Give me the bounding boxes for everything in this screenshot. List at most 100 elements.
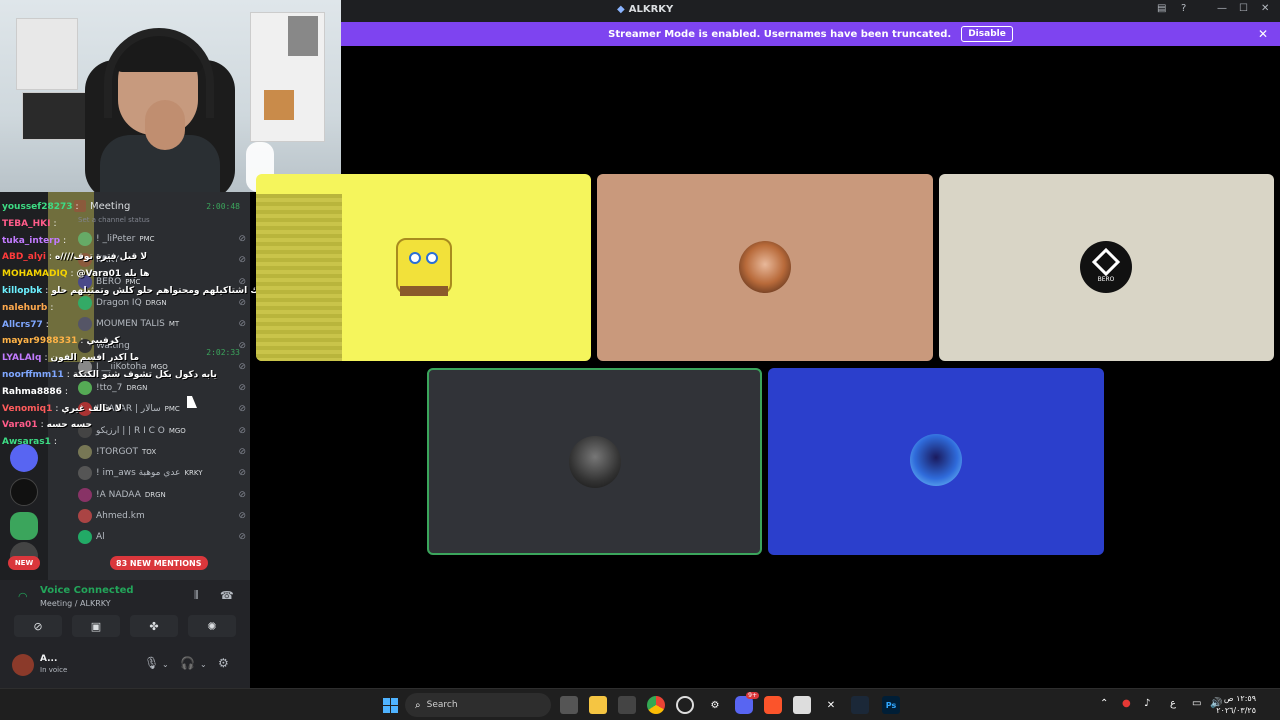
voice-member-row[interactable]: !A NADAA DRGN ⊘ — [78, 486, 246, 504]
server-icon[interactable] — [10, 478, 38, 506]
member-tag: PMC — [139, 235, 155, 243]
voice-member-row[interactable]: Ahmed.km ⊘ — [78, 507, 246, 525]
video-tile[interactable] — [256, 174, 591, 361]
close-button[interactable]: ✕ — [1261, 3, 1269, 14]
help-icon[interactable]: ? — [1181, 3, 1186, 14]
voice-member-row[interactable]: Al ⊘ — [78, 528, 246, 546]
voice-panel: ◠ Voice Connected Meeting / ALKRKY ⫼ ☎ ⊘… — [0, 580, 250, 688]
voice-connected-status[interactable]: Voice Connected — [40, 585, 134, 596]
windows-start-icon[interactable] — [381, 696, 399, 714]
notepad-icon[interactable] — [793, 696, 811, 714]
capcut-icon[interactable]: ✕ — [822, 696, 840, 714]
microphone-tray-icon[interactable]: ♪ — [1144, 698, 1150, 709]
voice-member-row[interactable]: !TORGOT TOX ⊘ — [78, 443, 246, 461]
avatar — [78, 338, 92, 353]
microphone-icon[interactable]: 🎙 — [144, 656, 159, 670]
camera-off-button[interactable]: ⊘ — [14, 615, 62, 637]
disable-streamer-mode-button[interactable]: Disable — [961, 26, 1013, 42]
member-name: !A NADAA — [96, 489, 141, 500]
voice-member-row[interactable]: !tto_7 DRGN ⊘ — [78, 379, 246, 397]
chevron-down-icon[interactable]: ⌄ — [162, 660, 169, 669]
display-icon[interactable]: ▭ — [1192, 698, 1201, 709]
user-name: A... — [40, 654, 58, 664]
voice-member-row[interactable]: ! im_aws عدي موهبة KRKY ⊘ — [78, 464, 246, 482]
soundboard-button[interactable]: ✺ — [188, 615, 236, 637]
member-tag: PMC — [164, 405, 180, 414]
language-indicator[interactable]: ع — [1170, 698, 1176, 709]
photoshop-icon[interactable]: Ps — [882, 696, 900, 714]
member-name: ! im_aws عدي موهبة — [96, 468, 181, 479]
search-icon: ⌕ — [415, 699, 421, 711]
member-tag: MGO — [150, 362, 168, 371]
new-mentions-pill[interactable]: 83 NEW MENTIONS — [110, 556, 208, 570]
server-icon[interactable] — [10, 512, 38, 540]
muted-icon: ⊘ — [238, 532, 246, 543]
voice-member-row[interactable]: MOUMEN TALIS MT ⊘ — [78, 315, 246, 333]
man-avatar — [739, 241, 791, 293]
avatar — [78, 487, 92, 502]
voice-member-row[interactable]: Waiting ⊘ — [78, 337, 246, 355]
video-tile[interactable] — [597, 174, 933, 361]
streamer-mode-banner: Streamer Mode is enabled. Usernames have… — [341, 22, 1280, 46]
avatar — [78, 466, 92, 481]
muted-icon: ⊘ — [238, 489, 246, 500]
settings-icon[interactable]: ⚙ — [706, 696, 724, 714]
voice-channel-meeting[interactable]: Meeting — [74, 198, 130, 214]
voice-member-row[interactable]: Dragon IQ DRGN ⊘ — [78, 294, 246, 312]
voice-member-row[interactable]: KRKY ⊘ — [78, 251, 246, 269]
video-tile[interactable]: BERO — [939, 174, 1274, 361]
search-label: Search — [426, 700, 458, 710]
file-explorer-icon[interactable] — [589, 696, 607, 714]
headphones-icon[interactable]: 🎧 — [180, 656, 195, 670]
obs-icon[interactable] — [676, 696, 694, 714]
muted-icon: ⊘ — [238, 340, 246, 351]
new-badge[interactable]: NEW — [8, 556, 40, 570]
discord-icon[interactable]: 9+ — [735, 692, 759, 714]
noise-suppression-icon[interactable]: ⫼ — [194, 590, 199, 601]
minimize-button[interactable]: — — [1217, 3, 1227, 14]
close-icon[interactable]: ✕ — [1258, 27, 1268, 41]
clock[interactable]: ١٢:٥٩ ص ٢٠٢٦/٠٣/٢٥ — [1216, 693, 1256, 717]
voice-member-row[interactable]: I __iiKotoha MGO ⊘ — [78, 358, 246, 376]
settings-gear-icon[interactable]: ⚙ — [218, 656, 229, 670]
muted-icon: ⊘ — [238, 468, 246, 479]
member-name: Waiting — [96, 340, 130, 351]
server-icon[interactable] — [10, 444, 38, 472]
voice-member-row[interactable]: ! SALAR | سالار PMC ⊘ — [78, 400, 246, 418]
dark-avatar — [569, 436, 621, 488]
voice-channel-path[interactable]: Meeting / ALKRKY — [40, 599, 111, 608]
bero-logo-icon — [1091, 247, 1121, 276]
maximize-button[interactable]: ☐ — [1239, 3, 1248, 14]
video-tile[interactable] — [768, 368, 1104, 555]
voice-member-row[interactable]: BERO PMC ⊘ — [78, 273, 246, 291]
store-icon[interactable] — [618, 696, 636, 714]
muted-icon: ⊘ — [238, 361, 246, 372]
screen-share-button[interactable]: ▣ — [72, 615, 120, 637]
member-name: !TORGOT — [96, 447, 138, 457]
avatar — [78, 253, 92, 268]
brave-icon[interactable] — [764, 696, 782, 714]
user-status: In voice — [40, 666, 68, 674]
disconnect-icon[interactable]: ☎ — [220, 589, 234, 602]
voice-member-row[interactable]: ! _liPeter PMC ⊘ — [78, 230, 246, 248]
chevron-down-icon[interactable]: ⌄ — [200, 660, 207, 669]
tray-overflow-icon[interactable]: ⌃ — [1100, 698, 1108, 709]
member-tag: MT — [168, 320, 180, 329]
video-tile-speaking[interactable] — [427, 368, 762, 555]
tray-app-icon[interactable]: ● — [1122, 698, 1131, 709]
chrome-icon[interactable] — [647, 696, 665, 714]
muted-icon: ⊘ — [238, 297, 246, 308]
avatar — [78, 445, 92, 459]
activities-button[interactable]: ✤ — [130, 615, 178, 637]
steam-icon[interactable] — [851, 696, 869, 714]
avatar[interactable] — [12, 654, 34, 676]
taskbar-search[interactable]: ⌕ Search — [405, 693, 551, 717]
voice-member-row[interactable]: ارزيكو | | R I C O MGO ⊘ — [78, 422, 246, 440]
window-title: ◆ ALKRKY — [617, 4, 673, 15]
avatar — [78, 402, 92, 417]
muted-icon: ⊘ — [238, 234, 246, 244]
task-view-icon[interactable] — [560, 696, 578, 714]
member-tag: PMC — [125, 277, 141, 286]
inbox-icon[interactable]: ▤ — [1157, 3, 1166, 14]
channel-status-input[interactable]: Set a channel status — [78, 216, 150, 224]
